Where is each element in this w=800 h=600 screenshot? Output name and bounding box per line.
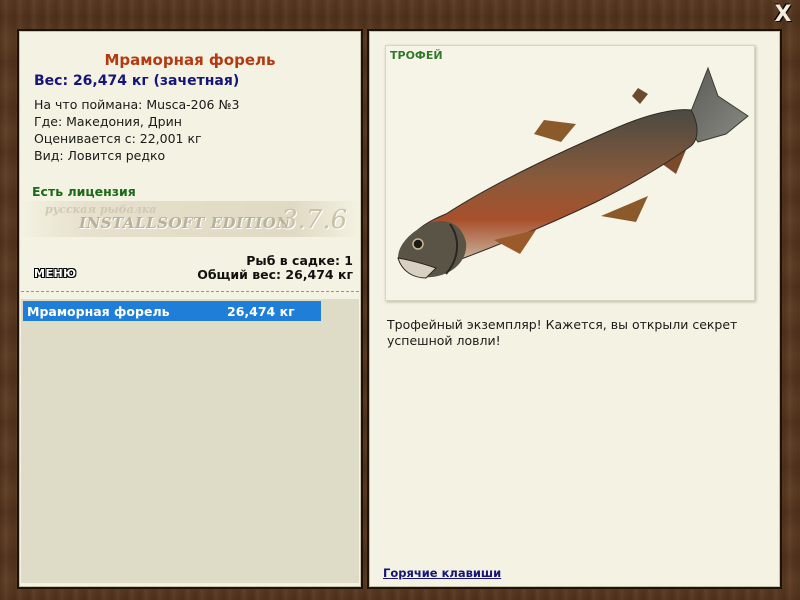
banner-version: 3.7.6 — [281, 205, 348, 235]
keepnet-total-weight: Общий вес: 26,474 кг — [197, 267, 353, 282]
catch-name: Мраморная форель — [27, 304, 170, 319]
dorsal-fin — [534, 120, 576, 142]
bait-info: На что поймана: Musca-206 №3 — [34, 97, 240, 112]
fish-title: Мраморная форель — [104, 51, 276, 69]
keepnet-count: Рыб в садке: 1 — [246, 253, 353, 268]
hotkeys-link[interactable]: Горячие клавиши — [383, 566, 501, 580]
rarity-info: Вид: Ловится редко — [34, 148, 166, 163]
list-divider — [21, 291, 359, 292]
fish-photo: ТРОФЕЙ — [385, 45, 755, 301]
trout-image — [397, 66, 749, 279]
trophy-description: Трофейный экземпляр! Кажется, вы открыли… — [387, 317, 738, 348]
min-weight-info: Оценивается с: 22,001 кг — [34, 131, 202, 146]
location-info: Где: Македония, Дрин — [34, 114, 182, 129]
pelvic-fin — [601, 196, 648, 222]
banner-edition: INSTALLSOFT EDITION — [79, 214, 291, 232]
catch-weight: 26,474 кг — [227, 304, 295, 319]
list-item[interactable]: Мраморная форель 26,474 кг — [23, 301, 321, 321]
close-button[interactable]: X — [772, 4, 794, 26]
fish-info-panel: Мраморная форель Вес: 26,474 кг (зачетна… — [17, 29, 363, 589]
game-logo-banner: русская рыбалка INSTALLSOFT EDITION 3.7.… — [19, 201, 361, 237]
fish-weight: Вес: 26,474 кг (зачетная) — [34, 73, 240, 89]
license-status: Есть лицензия — [32, 184, 136, 199]
menu-button[interactable]: МЕНЮ — [34, 267, 77, 280]
fish-photo-panel: ТРОФЕЙ Трофейный экземпляр! Кажется, вы … — [367, 29, 782, 589]
adipose-fin — [632, 88, 648, 104]
eye — [412, 238, 424, 250]
catch-list[interactable]: Мраморная форель 26,474 кг — [21, 299, 359, 583]
